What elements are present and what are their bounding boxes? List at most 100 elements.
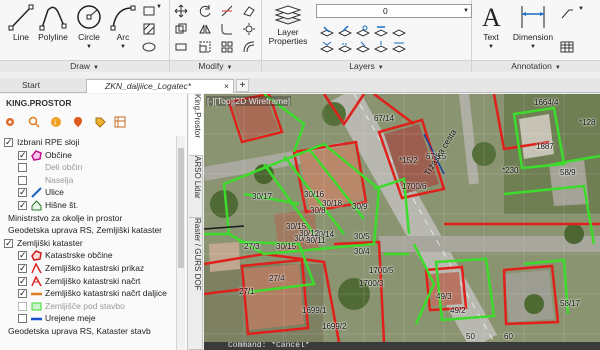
parcel-label: 58/17 [560,299,581,308]
layer-properties-button[interactable]: Layer Properties [266,2,310,46]
ellipse-icon[interactable] [142,40,156,54]
fillet-icon[interactable] [220,22,234,36]
hatch-icon[interactable] [142,22,156,36]
obcine-symbol-icon [31,149,42,161]
current-layer-value: 0 [383,6,388,16]
new-tab-button[interactable]: + [236,79,249,92]
dimension-dropdown-icon[interactable]: ▼ [510,42,556,52]
layers-panel-title[interactable]: Layers ▼ [262,60,471,72]
leader-icon[interactable] [560,6,574,20]
layer-tool-7-icon[interactable] [338,40,352,54]
layer-tool-6-icon[interactable] [320,40,334,54]
parcel-label: 30/8 [310,206,326,215]
panel-scroll-thumb[interactable] [178,148,184,268]
layer-checkbox[interactable] [4,237,13,249]
layer-tool-8-icon[interactable] [356,40,370,54]
offset-icon[interactable] [242,40,256,54]
tree-item-label: Izbrani RPE sloji [17,137,80,147]
text-button[interactable]: A Text ▼ [476,2,506,50]
panel-title: KING.PROSTOR [6,98,72,108]
tab-start[interactable]: Start [4,79,84,93]
explode-icon[interactable] [242,22,256,36]
annotation-more-icon[interactable]: ▼ [578,6,592,20]
layer-checkbox[interactable] [18,199,27,211]
tree-item-label: Zemljiško katastrski načrt daljice [45,288,167,299]
stretch-icon[interactable] [174,40,188,54]
layer-checkbox[interactable] [18,287,27,299]
layers-icon[interactable] [114,116,126,128]
annotation-panel-title[interactable]: Annotation ▼ [472,60,600,72]
annotation-panel: A Text ▼ Dimension ▼ ▼ Annotation ▼ [472,0,600,72]
viewport-controls[interactable]: [-][Top][2D Wireframe] [206,96,292,106]
layer-tool-4-icon[interactable] [374,24,388,38]
layer-tool-10-icon[interactable] [392,40,406,54]
arc-button[interactable]: Arc ▼ [104,2,142,50]
tree-item-label: Zemljiško katastrski prikaz [45,263,145,273]
tree-item-label: Naselja [45,174,74,185]
copy-icon[interactable] [174,22,188,36]
scale-icon[interactable] [198,40,212,54]
rectangle-icon[interactable] [142,4,156,18]
layer-checkbox[interactable] [18,262,27,274]
array-icon[interactable] [220,40,234,54]
parcel-label: 49/2 [450,306,466,315]
tab-close-icon[interactable]: × [224,80,229,93]
layer-checkbox[interactable] [18,175,27,185]
ribbon: Line Polyline Circle ▼ Arc ▼ ▼ Draw ▼ Mo… [0,0,600,72]
table-icon[interactable] [560,40,574,54]
draw-more-icon[interactable]: ▼ [156,4,170,18]
layer-tool-5-icon[interactable] [392,24,406,38]
layer-checkbox[interactable] [18,149,27,161]
vtab-arso-lidar[interactable]: ARSO Lidar [189,156,203,218]
draw-panel-title[interactable]: Draw ▼ [0,60,169,72]
urm-symbol-icon [31,313,42,324]
svg-text:i: i [54,118,56,127]
parcel-label: 30/9 [352,202,368,211]
tree-item-label: Geodetska uprava RS, Kataster stavb [8,326,151,336]
parcel-label: 58/9 [560,168,576,177]
rotate-icon[interactable] [198,4,212,18]
drawing-canvas[interactable]: 1664/4 67/14 1887 *128 *230 67/15 *15/2 58/9 30/… [204,94,600,342]
layer-checkbox[interactable] [18,275,27,287]
info-icon[interactable]: i [50,116,62,128]
modify-panel-title[interactable]: Modify ▼ [170,60,261,72]
command-text: Command: *Cancel* [228,342,310,350]
dimension-button[interactable]: Dimension ▼ [510,2,556,50]
layer-checkbox[interactable] [4,136,13,148]
map-svg [204,94,600,342]
text-dropdown-icon[interactable]: ▼ [476,42,506,52]
circle-dropdown-icon[interactable]: ▼ [70,42,108,52]
parcel-label: 30/5 [354,232,370,241]
layer-checkbox[interactable] [18,314,27,324]
layer-checkbox[interactable] [18,249,27,261]
zoom-icon[interactable] [28,116,40,128]
layer-dropdown-arrow-icon: ▼ [463,8,469,14]
trim-icon[interactable] [220,4,234,18]
layer-dropdown[interactable]: 0 ▼ [316,4,472,18]
layer-checkbox[interactable] [18,301,27,311]
panel-scrollbar[interactable] [176,136,185,350]
erase-icon[interactable] [242,4,256,18]
parcel-label: 30/16 [304,190,325,199]
parcel-label: 1664/4 [534,98,559,107]
command-line[interactable]: Command: *Cancel* [204,342,600,350]
polyline-button[interactable]: Polyline [34,2,72,46]
zkn-symbol-icon [31,274,42,287]
layer-tool-3-icon[interactable] [356,24,370,38]
move-icon[interactable] [174,4,188,18]
mirror-icon[interactable] [198,22,212,36]
layer-tool-1-icon[interactable] [320,24,334,38]
tab-drawing[interactable]: ZKN_daljiice_Logatec* × [86,79,234,93]
file-tabs: Start ZKN_daljiice_Logatec* × + [0,78,600,93]
layer-tool-9-icon[interactable] [374,40,388,54]
tag-icon[interactable] [94,116,106,128]
vtab-raster-gurs-dof[interactable]: Raster / GURS DOF [189,218,203,350]
layer-tool-2-icon[interactable] [338,24,352,38]
arc-dropdown-icon[interactable]: ▼ [104,42,142,52]
layer-checkbox[interactable] [18,163,27,173]
settings-icon[interactable] [4,116,16,128]
layer-checkbox[interactable] [18,186,27,198]
circle-button[interactable]: Circle ▼ [70,2,108,50]
pin-icon[interactable] [72,116,84,128]
vtab-king-prostor[interactable]: King.Prostor [189,94,203,156]
